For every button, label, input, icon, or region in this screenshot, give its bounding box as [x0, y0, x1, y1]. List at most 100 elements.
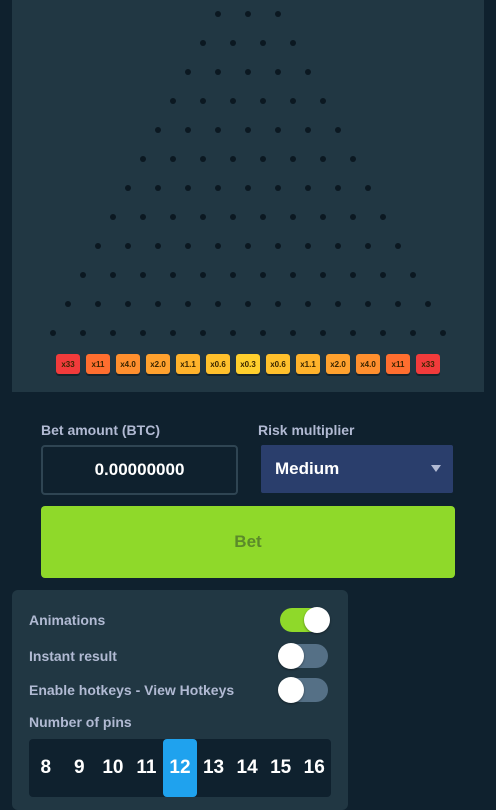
pin	[260, 272, 266, 278]
pin	[230, 330, 236, 336]
pin-option-9[interactable]: 9	[63, 739, 97, 797]
multiplier-slot: x0.3	[236, 354, 260, 374]
pin	[245, 127, 251, 133]
pin	[170, 98, 176, 104]
pin	[200, 330, 206, 336]
pin	[170, 330, 176, 336]
pin	[425, 301, 431, 307]
bet-amount-input[interactable]: 0.00000000	[41, 445, 238, 495]
pin	[230, 98, 236, 104]
pin	[230, 214, 236, 220]
pin	[230, 156, 236, 162]
pin-option-8[interactable]: 8	[29, 739, 63, 797]
pin	[155, 185, 161, 191]
pin	[65, 301, 71, 307]
pin	[260, 214, 266, 220]
pin	[290, 330, 296, 336]
pin	[350, 156, 356, 162]
hotkeys-label[interactable]: Enable hotkeys - View Hotkeys	[29, 682, 234, 698]
pin	[350, 330, 356, 336]
pin-option-13[interactable]: 13	[197, 739, 231, 797]
pin	[335, 301, 341, 307]
bet-amount-label: Bet amount (BTC)	[41, 422, 160, 438]
risk-multiplier-select[interactable]: Medium	[259, 443, 455, 495]
animations-label: Animations	[29, 612, 106, 628]
pin	[275, 127, 281, 133]
pin	[395, 243, 401, 249]
pin	[320, 214, 326, 220]
instant-result-label: Instant result	[29, 648, 117, 664]
multiplier-slot: x2.0	[326, 354, 350, 374]
pin	[395, 301, 401, 307]
pin	[290, 272, 296, 278]
pin	[245, 243, 251, 249]
bet-button[interactable]: Bet	[41, 506, 455, 578]
multiplier-slot: x0.6	[206, 354, 230, 374]
toggle-knob	[278, 677, 304, 703]
pin	[170, 272, 176, 278]
pin	[410, 272, 416, 278]
multiplier-slot: x4.0	[356, 354, 380, 374]
instant-result-toggle[interactable]	[278, 643, 328, 669]
pin	[200, 272, 206, 278]
pin-option-15[interactable]: 15	[264, 739, 298, 797]
pin	[215, 69, 221, 75]
pin	[80, 272, 86, 278]
pin	[365, 185, 371, 191]
multiplier-slot: x0.6	[266, 354, 290, 374]
pin	[230, 272, 236, 278]
pin-option-16[interactable]: 16	[297, 739, 331, 797]
pin	[245, 69, 251, 75]
pin	[260, 156, 266, 162]
multiplier-slot: x11	[386, 354, 410, 374]
pin	[140, 156, 146, 162]
pin	[290, 98, 296, 104]
pin	[155, 243, 161, 249]
pin	[410, 330, 416, 336]
pin	[260, 98, 266, 104]
pin	[110, 272, 116, 278]
pin	[110, 214, 116, 220]
pin	[230, 40, 236, 46]
animations-toggle[interactable]	[280, 607, 330, 633]
pin	[110, 330, 116, 336]
pin	[305, 69, 311, 75]
pin	[95, 243, 101, 249]
pin	[140, 214, 146, 220]
pin-option-11[interactable]: 11	[130, 739, 164, 797]
pin	[290, 214, 296, 220]
pin	[350, 272, 356, 278]
pin	[305, 185, 311, 191]
toggle-knob	[278, 643, 304, 669]
pin-option-14[interactable]: 14	[230, 739, 264, 797]
risk-multiplier-value: Medium	[275, 459, 340, 478]
pin	[380, 214, 386, 220]
pin	[245, 301, 251, 307]
pins-selector: 8 9 10 11 12 13 14 15 16	[29, 739, 331, 797]
pin	[125, 301, 131, 307]
pin-option-10[interactable]: 10	[96, 739, 130, 797]
pin	[335, 243, 341, 249]
pin	[185, 301, 191, 307]
pin	[260, 40, 266, 46]
pin	[155, 127, 161, 133]
settings-panel: Animations Instant result Enable hotkeys…	[12, 590, 348, 810]
pin	[140, 330, 146, 336]
pin	[170, 214, 176, 220]
pin-option-12[interactable]: 12	[163, 739, 197, 797]
multiplier-slot: x2.0	[146, 354, 170, 374]
pin	[215, 127, 221, 133]
pin	[320, 272, 326, 278]
pin	[215, 11, 221, 17]
hotkeys-toggle[interactable]	[278, 677, 328, 703]
pin	[305, 243, 311, 249]
pin	[155, 301, 161, 307]
pin	[245, 11, 251, 17]
pin	[275, 185, 281, 191]
pin	[365, 243, 371, 249]
pin	[275, 11, 281, 17]
plinko-board: x33 x11 x4.0 x2.0 x1.1 x0.6 x0.3 x0.6 x1.1 x2.0 x4…	[12, 0, 484, 392]
pin	[290, 156, 296, 162]
multiplier-slot: x1.1	[296, 354, 320, 374]
pin	[215, 301, 221, 307]
